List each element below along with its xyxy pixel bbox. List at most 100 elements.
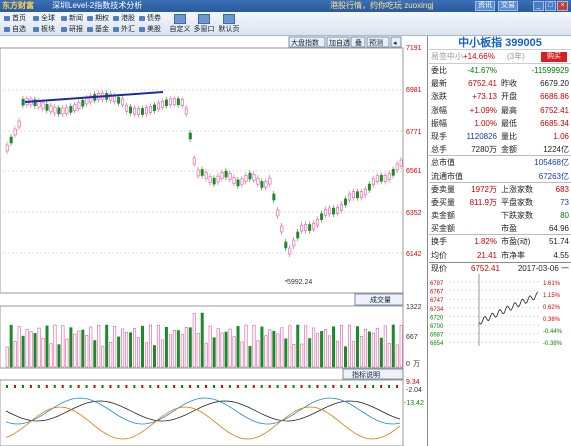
quote-value: 6685.34 [540,118,569,128]
signal-marker [181,385,184,388]
signal-marker [141,385,144,388]
custom-button[interactable]: 自定义 [169,14,191,35]
toolbar-watchlist[interactable]: 自选 [3,24,26,35]
trade-button[interactable]: 交易 [498,1,518,11]
quote-label: 平盘家数 [501,197,533,207]
volume-bar [172,330,176,368]
indicator-frame [0,379,404,446]
volume-bar [363,328,367,368]
ind-label: 9.34 [406,379,420,386]
quote-label: 流通市值 [431,171,463,181]
quote-label: 市盈(动) [501,237,531,247]
quote-value: +1.09% [469,105,497,115]
signal-marker [189,385,192,388]
mini-tick-left: 6654 [430,341,444,346]
toolbar-sector[interactable]: 板块 [32,24,55,35]
tab-index[interactable]: 大盘指数 [291,38,319,47]
quote-value: 1.00% [474,118,497,128]
candle-body [212,177,216,185]
volume-bar [220,332,224,368]
toolbar-options[interactable]: 期权 [86,13,109,24]
signal-marker [205,385,207,388]
candle-body [220,172,224,179]
signal-marker [348,385,351,388]
volume-bar [256,340,260,368]
candle-body [192,157,196,165]
volume-bar [21,335,25,368]
toolbar-fx[interactable]: 外汇 [112,24,135,35]
chevron-left-icon[interactable]: ◂ [393,40,397,47]
volume-bar [355,326,359,368]
promo-text[interactable]: 港股行情，约你吃玩 zuoxingj [330,0,434,12]
close-icon[interactable]: × [557,1,568,11]
volume-bar [160,339,164,368]
candle-body [57,107,61,115]
volume-bar [324,329,328,368]
volume-bar [399,325,403,368]
candle-body [395,163,399,171]
volume-bar [9,324,13,368]
volume-bar [332,326,336,368]
candle-body [288,247,292,255]
candle-body [284,241,288,249]
volume-bar [371,332,375,368]
volume-bar [292,344,296,368]
volume-bar [236,326,240,368]
maximize-icon[interactable]: □ [545,1,556,11]
default-page-button[interactable]: 默认页 [218,14,240,35]
mini-tick-right: 1.15% [543,293,561,299]
quote-label: 换手 [431,237,447,247]
mini-tick-right: 1.61% [543,281,561,287]
toolbar-bonds[interactable]: 债券 [138,13,161,24]
toolbar-funds[interactable]: 基金 [86,24,109,35]
tab-overlay[interactable]: 叠 [355,39,362,47]
toolbar-reports[interactable]: 研报 [60,24,83,35]
quote-value: 67263亿 [538,171,569,181]
candle-body [347,193,351,201]
fund-promo: 易签中小 +14.66% (3年) 购买 [429,50,571,64]
candle-body [145,107,149,114]
toolbar-global[interactable]: 全球 [32,13,55,24]
signal-marker [29,385,32,388]
tab-forecast[interactable]: 预测 [369,38,383,47]
candle-body [371,178,375,186]
intraday-mini-chart[interactable]: 6787 6767 6747 6734 6720 6700 6687 6654 1.61% 1.1… [429,273,571,347]
toolbar-news[interactable]: 新闻 [60,13,83,24]
volume-bar [49,343,53,368]
volume-bar [41,337,45,368]
indicator-button[interactable]: 指标说明 [352,370,380,379]
candle-body [164,99,168,107]
quote-value: 1972万 [471,184,497,194]
quote-value: 1.06 [553,131,569,141]
tab-add-watch[interactable]: 加自选 [329,38,350,47]
candle-body [81,99,85,107]
volume-bar [244,324,248,368]
minimize-icon[interactable]: _ [533,1,544,11]
news-button[interactable]: 资讯 [475,1,495,11]
quote-rows: 委比 -41.67% -11599929 最新 6752.41 昨收 6679.20 涨跌 +7… [429,64,571,262]
price-label: 6352 [406,210,422,217]
toolbar-home[interactable]: 首页 [3,13,26,24]
volume-bar [304,325,308,368]
candle-body [216,175,220,183]
multi-window-button[interactable]: 多窗口 [193,14,215,35]
volume-bar [168,334,172,368]
volume-bar [29,331,33,368]
quote-row: 委买量 811.9万 平盘家数 73 [429,196,571,209]
candle-body [328,207,332,215]
signal-marker [220,385,223,388]
toolbar-us[interactable]: 美股 [138,24,161,35]
volume-button[interactable]: 成交量 [370,295,391,304]
kline-chart[interactable]: 大盘指数 加自选 叠 预测 ◂ 5992.24 7191 6981 6771 6… [0,36,428,446]
signal-marker [117,385,120,388]
toolbar-hk[interactable]: 港股 [112,13,135,24]
signal-marker [244,385,247,388]
candle-body [312,222,316,230]
volume-bar [17,326,21,368]
kline-chart-panel[interactable]: 大盘指数 加自选 叠 预测 ◂ 5992.24 7191 6981 6771 6… [0,36,428,446]
volume-bar [320,331,324,368]
buy-button[interactable]: 购买 [541,52,567,62]
volume-bar [316,333,320,368]
quote-label: 总市值 [431,158,455,168]
windows-icon [198,14,210,24]
